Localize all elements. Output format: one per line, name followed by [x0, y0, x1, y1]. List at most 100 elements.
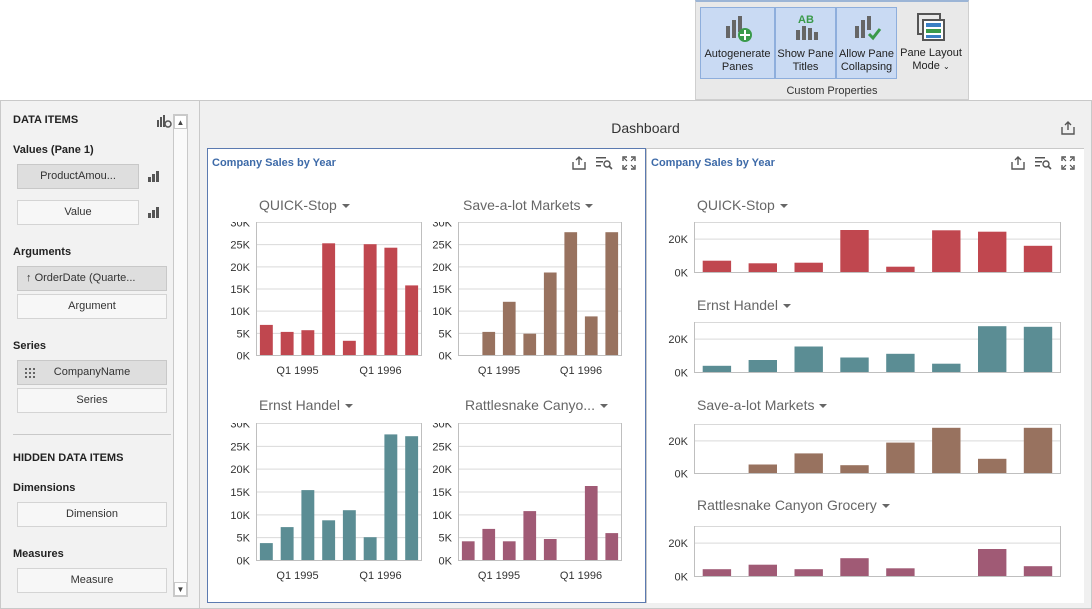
chart-bar[interactable]	[322, 520, 336, 560]
chart-series-title[interactable]: QUICK-Stop	[259, 197, 350, 213]
maximize-icon[interactable]	[621, 155, 637, 171]
chart-bar[interactable]	[543, 539, 557, 560]
chart-bar[interactable]	[342, 510, 356, 560]
argument-item-placeholder[interactable]: Argument	[17, 294, 167, 319]
chart-bar[interactable]	[259, 543, 273, 560]
chart-bar[interactable]	[794, 569, 823, 576]
chart-bar[interactable]	[405, 436, 419, 560]
autogenerate-panes-button[interactable]: Autogenerate Panes	[700, 7, 775, 79]
chart-bar[interactable]	[405, 285, 419, 355]
chevron-down-icon[interactable]	[344, 404, 353, 409]
measure-item-placeholder[interactable]: Measure	[17, 568, 167, 593]
chart-bar[interactable]	[363, 537, 377, 560]
maximize-icon[interactable]	[1060, 155, 1076, 171]
export-icon[interactable]	[571, 155, 587, 171]
chart-bar[interactable]	[748, 464, 777, 474]
chart-bar[interactable]	[280, 331, 294, 355]
chart-bar[interactable]	[932, 230, 961, 272]
chart-bar[interactable]	[461, 541, 475, 560]
chart-bar[interactable]	[1023, 326, 1053, 372]
chart-series-title[interactable]: Ernst Handel	[259, 397, 353, 413]
chart-bar[interactable]	[886, 266, 915, 272]
chart-bar[interactable]	[543, 272, 557, 356]
chevron-down-icon[interactable]	[779, 204, 788, 209]
bar-series-icon[interactable]	[147, 206, 161, 218]
scroll-up-arrow[interactable]: ▲	[174, 115, 187, 129]
series-item-company-name[interactable]: CompanyName	[17, 360, 167, 385]
chevron-down-icon[interactable]	[819, 404, 828, 409]
chart-bar[interactable]	[840, 465, 869, 473]
chart-bar[interactable]	[482, 331, 496, 355]
chart-bar[interactable]	[1023, 566, 1053, 576]
filter-search-icon[interactable]	[595, 155, 613, 171]
chart-series-title[interactable]: Rattlesnake Canyo...	[465, 397, 608, 413]
chart-series-title[interactable]: Save-a-lot Markets	[463, 197, 594, 213]
value-item-placeholder[interactable]: Value	[17, 200, 139, 225]
chart-bar[interactable]	[502, 301, 516, 355]
chart-bar[interactable]	[384, 247, 398, 355]
chart-bar[interactable]	[523, 511, 537, 560]
chart-bar[interactable]	[978, 326, 1007, 372]
chart-bar[interactable]	[794, 262, 823, 272]
chart-bar[interactable]	[886, 568, 915, 576]
allow-pane-collapsing-button[interactable]: Allow Pane Collapsing	[836, 7, 897, 79]
chart-bar[interactable]	[342, 340, 356, 355]
chart-series-title[interactable]: Rattlesnake Canyon Grocery	[697, 497, 890, 513]
export-icon[interactable]	[1060, 120, 1076, 136]
chart-bar[interactable]	[978, 549, 1007, 576]
chart-bar[interactable]	[502, 541, 516, 560]
scroll-down-arrow[interactable]: ▼	[174, 582, 187, 596]
chart-bar[interactable]	[932, 363, 961, 372]
export-icon[interactable]	[1010, 155, 1026, 171]
chart-bar[interactable]	[584, 486, 598, 560]
chevron-down-icon[interactable]	[585, 204, 594, 209]
chart-bar[interactable]	[702, 365, 732, 372]
chart-bar[interactable]	[605, 232, 619, 355]
chart-bar[interactable]	[322, 243, 336, 355]
chart-bar[interactable]	[301, 330, 315, 355]
chevron-down-icon[interactable]	[881, 504, 890, 509]
chart-bar[interactable]	[259, 324, 273, 355]
chart-bar[interactable]	[794, 453, 823, 473]
dimension-item-placeholder[interactable]: Dimension	[17, 502, 167, 527]
chart-bar[interactable]	[1023, 427, 1053, 473]
chart-series-title[interactable]: Save-a-lot Markets	[697, 397, 828, 413]
chart-bar[interactable]	[978, 458, 1007, 473]
chart-bar[interactable]	[748, 263, 777, 272]
chart-bar[interactable]	[523, 333, 537, 355]
chevron-down-icon[interactable]	[599, 404, 608, 409]
chart-bar[interactable]	[978, 231, 1007, 272]
vertical-scrollbar[interactable]: ▲ ▼	[173, 114, 188, 597]
bar-series-icon[interactable]	[147, 170, 161, 182]
show-pane-titles-button[interactable]: AB Show Pane Titles	[775, 7, 836, 79]
value-item-product-amount[interactable]: ProductAmou...	[17, 164, 139, 189]
chart-bar[interactable]	[605, 533, 619, 560]
chart-series-title[interactable]: Ernst Handel	[697, 297, 791, 313]
chart-bar[interactable]	[794, 346, 823, 373]
chart-bar[interactable]	[482, 528, 496, 560]
filter-search-icon[interactable]	[1034, 155, 1052, 171]
chart-bar[interactable]	[280, 527, 294, 560]
chart-bar[interactable]	[363, 244, 377, 355]
chevron-down-icon[interactable]	[341, 204, 350, 209]
chart-bar[interactable]	[702, 569, 732, 576]
chart-bar[interactable]	[840, 558, 869, 576]
chart-bar[interactable]	[840, 357, 869, 373]
argument-item-order-date[interactable]: ↑ OrderDate (Quarte...	[17, 266, 167, 291]
chart-bar[interactable]	[702, 260, 732, 272]
pane-layout-mode-button[interactable]: Pane Layout Mode ⌄	[897, 7, 965, 79]
chart-options-icon[interactable]	[156, 114, 172, 128]
chart-bar[interactable]	[748, 564, 777, 576]
chart-bar[interactable]	[886, 442, 915, 473]
series-item-placeholder[interactable]: Series	[17, 388, 167, 413]
chart-bar[interactable]	[886, 353, 915, 372]
chart-bar[interactable]	[748, 360, 777, 372]
chevron-down-icon[interactable]	[782, 304, 791, 309]
chart-bar[interactable]	[301, 490, 315, 560]
chart-bar[interactable]	[1023, 245, 1053, 272]
chart-series-title[interactable]: QUICK-Stop	[697, 197, 788, 213]
chart-bar[interactable]	[932, 427, 961, 473]
chart-bar[interactable]	[384, 434, 398, 560]
chart-bar[interactable]	[840, 230, 869, 272]
chart-bar[interactable]	[584, 316, 598, 355]
